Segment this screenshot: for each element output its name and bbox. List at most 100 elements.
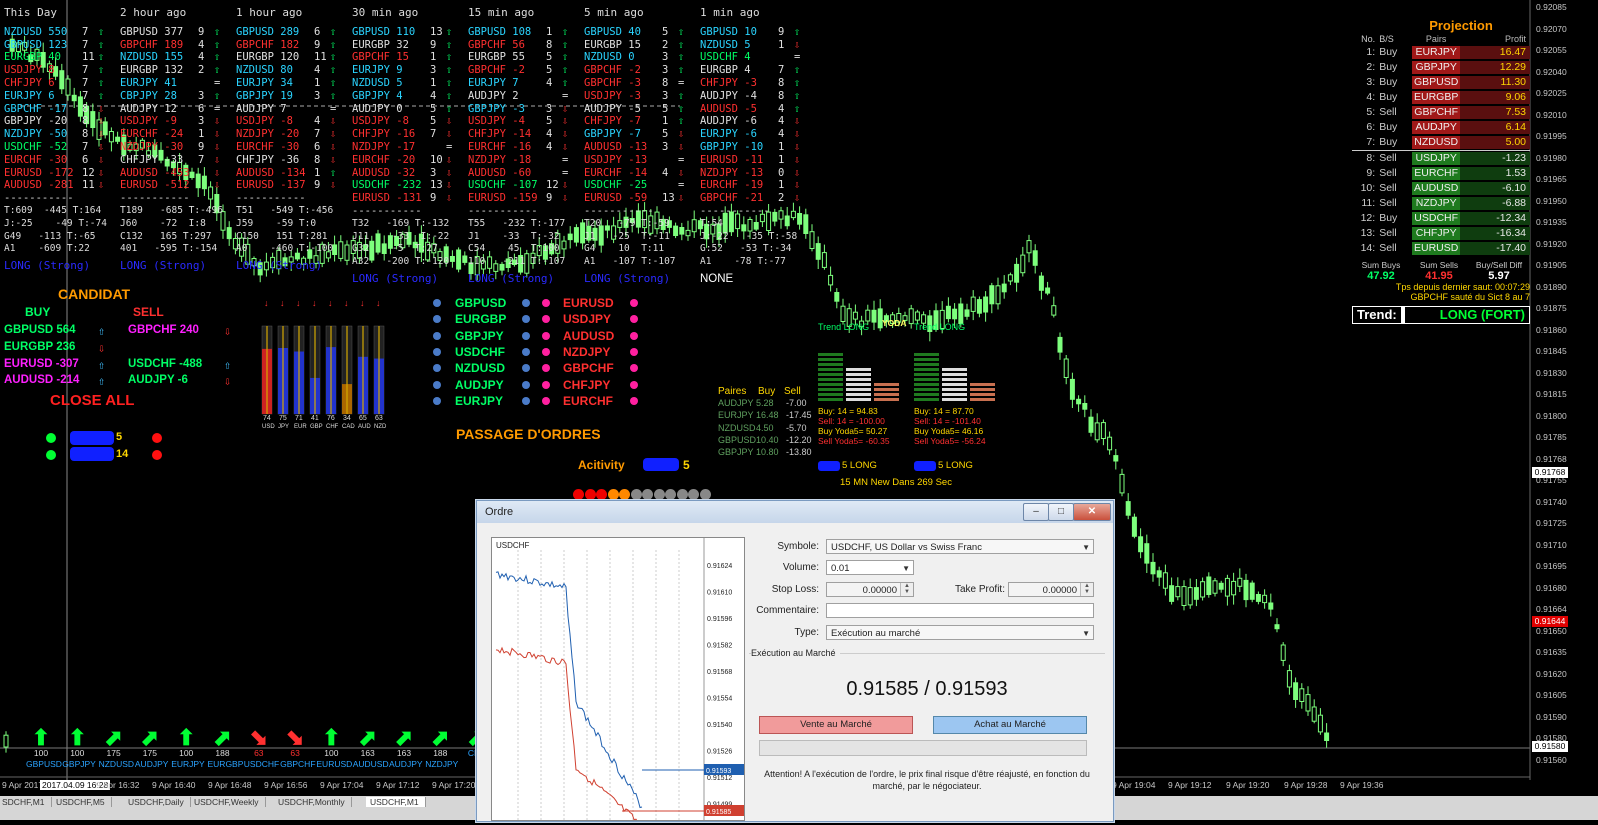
table-row: NZDUSD 0 3 ⇧ (584, 51, 694, 64)
arrow-down-icon: ⇩ (446, 128, 453, 141)
order-dialog[interactable]: Ordre – □ ✕ 0.91624 0.91610 0.91596 0.91582… (476, 500, 1114, 825)
sum-line: G4 10 T:11 (584, 243, 665, 255)
projection-rows: 1: Buy EURJPY 16.47 2: Buy GBPJPY 12.29 3: Buy GBP… (1352, 45, 1531, 256)
passage-sell-pair[interactable]: AUDUSD (563, 329, 614, 343)
tab-usdchf-m1[interactable]: USDCHF,M1 (366, 797, 426, 807)
diff-value: 5.97 (1488, 270, 1510, 282)
passage-sell-pair[interactable]: NZDJPY (563, 345, 610, 359)
pair-value: EURUSD -131 (352, 192, 422, 205)
passage-sell-pair[interactable]: GBPCHF (563, 361, 614, 375)
arrow-down-icon: ⇩ (98, 102, 105, 115)
takeprofit-input[interactable]: 0.00000 ▲ ▼ (1008, 582, 1094, 597)
pair-value: GBPUSD 123 (4, 38, 68, 51)
arrow-up-icon: ⇧ (330, 25, 337, 38)
tab-usdchf-monthly[interactable]: USDCHF,Monthly (278, 797, 352, 807)
stepper-icon[interactable]: ▲ ▼ (1080, 583, 1093, 596)
table-row: CHFJPY -7 1 ⇧ (584, 115, 694, 128)
stoploss-input[interactable]: 0.00000 ▲ ▼ (826, 582, 914, 597)
trend-strength: LONG (Strong) (352, 271, 439, 285)
symbol-select[interactable]: USDCHF, US Dollar vs Swiss Franc ▼ (826, 539, 1094, 554)
pair-count: 8 (546, 38, 553, 51)
passage-sell-pair[interactable]: USDJPY (563, 312, 611, 326)
close-icon[interactable]: ✕ (1073, 503, 1111, 521)
passage-buy-pair[interactable]: EURJPY (455, 394, 503, 408)
table-row: EURGBP 4 7 ⇧ (700, 64, 810, 77)
arrow-up-icon: ⇧ (214, 89, 221, 102)
minimize-button[interactable]: – (1023, 503, 1049, 521)
dialog-titlebar[interactable]: Ordre (477, 501, 1113, 523)
close-all-button[interactable]: CLOSE ALL (50, 392, 134, 409)
pair-value: GBPCHF -3 (584, 76, 641, 89)
activity-dot-icon (653, 489, 665, 500)
pair-count: 3 (430, 64, 437, 77)
pair-value: GBPCHF -2 (468, 64, 525, 77)
sell-market-button[interactable]: Vente au Marché (759, 716, 913, 734)
table-row: CHFJPY 6 7 ⇧ (4, 77, 114, 90)
table-row: NZDUSD 80 4 ⇧ (236, 64, 346, 77)
arrow-down-icon: ⇩ (224, 324, 232, 338)
pair-count: 7 (82, 38, 89, 51)
table-row: EURGBP 15 2 ⇧ (584, 39, 694, 52)
arrow-up-right-icon: ⬈ (140, 725, 160, 750)
table-row: EURCHF -20 10 ⇩ (352, 154, 462, 167)
tab-sdchf-m1[interactable]: SDCHF,M1 (2, 797, 52, 807)
passage-sell-pair[interactable]: EURUSD (563, 296, 614, 310)
projection-pair: USDCHF (1412, 212, 1461, 225)
tab-usdchf-daily[interactable]: USDCHF,Daily (128, 797, 191, 807)
buy-market-button[interactable]: Achat au Marché (933, 716, 1087, 734)
sum-line: T:609 -445 T:164 (4, 204, 102, 216)
candidat-sell-item: AUDJPY -6 (128, 374, 188, 386)
projection-profit: -6.88 (1460, 197, 1531, 210)
passage-sell-pair[interactable]: EURCHF (563, 394, 613, 408)
separator: ----------- (120, 192, 190, 205)
arrow-down-icon: ⇩ (214, 166, 221, 179)
maximize-button[interactable]: □ (1048, 503, 1074, 521)
sum-line: J1 -33 T:-32 (468, 230, 560, 242)
candle (1162, 572, 1168, 589)
passage-title: PASSAGE D'ORDRES (456, 426, 601, 442)
volume-bar (914, 393, 939, 396)
arrow-down-icon: ⇩ (330, 179, 337, 192)
table-row: EURUSD -137 9 ⇩ (236, 179, 346, 192)
projection-profit: -17.40 (1460, 242, 1531, 255)
tab-usdchf-m5[interactable]: USDCHF,M5 (56, 797, 112, 807)
table-row: CHFJPY -3 8 ⇧ (700, 77, 810, 90)
pair-arrow: ⬆ 100 EURJPY (171, 727, 205, 770)
passage-buy-pair[interactable]: GBPJPY (455, 329, 504, 343)
table-row: GBPJPY -7 5 ⇩ (584, 128, 694, 141)
volume-select[interactable]: 0.01 ▼ (826, 560, 914, 575)
trend-box-stat: Sell: 14 = -101.40 (914, 416, 981, 426)
status-dot-icon (542, 331, 550, 340)
table-row: USDCHF -52 7 ⇩ (4, 141, 114, 154)
candle (1286, 670, 1292, 688)
passage-buy-pair[interactable]: EURGBP (455, 312, 506, 326)
comment-input[interactable] (826, 603, 1094, 618)
stepper-icon[interactable]: ▲ ▼ (900, 583, 913, 596)
passage-sell-pair[interactable]: CHFJPY (563, 378, 610, 392)
status-dot-icon (433, 380, 441, 389)
arrow-pair: GBPCHF (280, 759, 316, 769)
arrow-up-icon: ⇧ (98, 25, 105, 38)
passage-buy-pair[interactable]: USDCHF (455, 345, 505, 359)
price-tick: 0.91590 (1536, 711, 1567, 722)
time-tick: 9 Apr 16:40 (152, 780, 196, 790)
trend-blob (914, 461, 936, 471)
table-header: 1 hour ago (236, 6, 303, 19)
paires-header: Paires (718, 386, 747, 397)
pair-value: AUDJPY 0 (352, 102, 403, 115)
passage-buy-pair[interactable]: NZDUSD (455, 361, 505, 375)
equal-icon: = (562, 166, 569, 179)
type-select[interactable]: Exécution au marché ▼ (826, 625, 1094, 640)
tab-usdchf-weekly[interactable]: USDCHF,Weekly (194, 797, 266, 807)
passage-buy-pair[interactable]: AUDJPY (455, 378, 504, 392)
passage-buy-pair[interactable]: GBPUSD (455, 296, 506, 310)
pair-value: NZDUSD 80 (236, 64, 293, 77)
status-dot-icon (630, 299, 638, 307)
candle (1150, 561, 1156, 575)
candle (1057, 336, 1063, 353)
table-row: NZDJPY -20 7 ⇩ (236, 128, 346, 141)
time-tick: 9 Apr 19:12 (1168, 780, 1212, 790)
pair-count: 2 (778, 192, 785, 205)
arrow-down-icon: ⇩ (446, 166, 453, 179)
bar-label: JPY (278, 424, 289, 430)
